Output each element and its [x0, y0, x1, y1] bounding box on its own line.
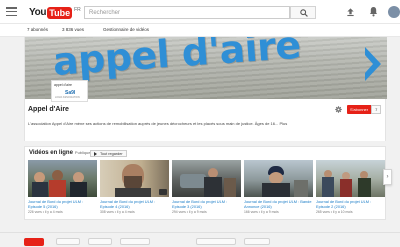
channel-name[interactable]: Appel d'Aire — [28, 106, 69, 113]
video-card[interactable]: Journal de Bord du projet ULM : Episode … — [316, 160, 385, 214]
channel-stats-bar: 7 abonnés 3 836 vues Gestionnaire de vid… — [0, 24, 400, 37]
video-thumbnail[interactable] — [244, 160, 313, 197]
video-title[interactable]: Journal de Bord du projet ULM : Episode … — [100, 199, 169, 209]
search-icon — [300, 9, 308, 17]
footer-mode-button[interactable] — [120, 238, 150, 245]
view-count: 3 836 vues — [62, 27, 85, 32]
video-title[interactable]: Journal de Bord du projet ULM : Bande An… — [244, 199, 313, 209]
video-thumbnail[interactable] — [316, 160, 385, 197]
video-thumbnail[interactable] — [172, 160, 241, 197]
footer-language-button[interactable] — [56, 238, 80, 245]
banner-text: appel d'aire — [51, 37, 303, 84]
gear-icon[interactable] — [335, 106, 342, 113]
video-meta: 166 vues • il y a 9 mois — [244, 210, 279, 214]
channel-header: appel d'aire appel d'aire Sa9l LOGO ASSO… — [24, 37, 387, 141]
video-title[interactable]: Journal de Bord du projet ULM : Episode … — [172, 199, 241, 209]
video-manager-link[interactable]: Gestionnaire de vidéos — [103, 27, 149, 32]
avatar[interactable] — [388, 6, 400, 18]
masthead: You Tube FR Rechercher — [0, 0, 400, 24]
footer — [0, 232, 400, 247]
chevron-right-icon: › — [386, 174, 389, 180]
search-button[interactable] — [290, 6, 316, 19]
video-title[interactable]: Journal de Bord du projet ULM : Episode … — [316, 199, 385, 209]
uploaded-videos-shelf: Vidéos en ligne Publique Tout regarder Jo… — [24, 146, 392, 220]
play-all-button[interactable]: Tout regarder — [90, 150, 127, 157]
channel-logo-line3: LOGO ASSOCIATION — [55, 96, 80, 99]
footer-country-button[interactable] — [88, 238, 112, 245]
video-meta: 265 vues • il y a 10 mois — [316, 210, 353, 214]
logo-tube: Tube — [47, 6, 73, 19]
channel-logo-line1: appel d'aire — [54, 83, 72, 87]
subscribe-count: 7 — [371, 105, 382, 114]
video-card[interactable]: Journal de Bord du projet ULM : Bande An… — [244, 160, 313, 214]
upload-icon[interactable] — [346, 7, 355, 17]
shelf-title[interactable]: Vidéos en ligne — [29, 150, 73, 156]
subscriber-count: 7 abonnés — [27, 27, 49, 32]
shelf-title-row: Vidéos en ligne Publique — [29, 150, 90, 156]
visibility-label: Publique — [74, 150, 91, 155]
video-meta: 308 vues • il y a 4 mois — [100, 210, 135, 214]
channel-logo: appel d'aire Sa9l LOGO ASSOCIATION — [51, 80, 88, 102]
video-card[interactable]: Journal de Bord du projet ULM : Episode … — [100, 160, 169, 214]
video-card[interactable]: Journal de Bord du projet ULM : Episode … — [172, 160, 241, 214]
video-meta: 226 vues • il y a 4 mois — [28, 210, 63, 214]
video-card[interactable]: Journal de Bord du projet ULM : Episode … — [28, 160, 97, 214]
video-thumbnail[interactable] — [100, 160, 169, 197]
play-all-label: Tout regarder — [100, 151, 123, 156]
subscribe-button[interactable]: S'abonner 7 — [347, 105, 382, 114]
video-thumbnail[interactable] — [28, 160, 97, 197]
video-title[interactable]: Journal de Bord du projet ULM : Episode … — [28, 199, 97, 209]
search-input[interactable]: Rechercher — [84, 6, 290, 19]
banner-arrow-graphic — [365, 47, 381, 81]
footer-history-button[interactable] — [196, 238, 236, 245]
shelf-next-button[interactable]: › — [383, 169, 392, 185]
menu-icon[interactable] — [6, 7, 17, 16]
subscribe-label: S'abonner — [347, 105, 372, 114]
video-meta: 294 vues • il y a 9 mois — [172, 210, 207, 214]
bell-icon[interactable] — [369, 6, 378, 17]
logo-locale: FR — [74, 6, 81, 13]
play-icon — [94, 151, 97, 156]
youtube-logo[interactable]: You Tube FR — [29, 6, 81, 19]
footer-youtube-logo[interactable] — [24, 238, 44, 246]
footer-help-button[interactable] — [244, 238, 270, 245]
channel-description: L'association Appel d'Aire mène ses acti… — [28, 121, 288, 126]
logo-you: You — [29, 7, 47, 18]
